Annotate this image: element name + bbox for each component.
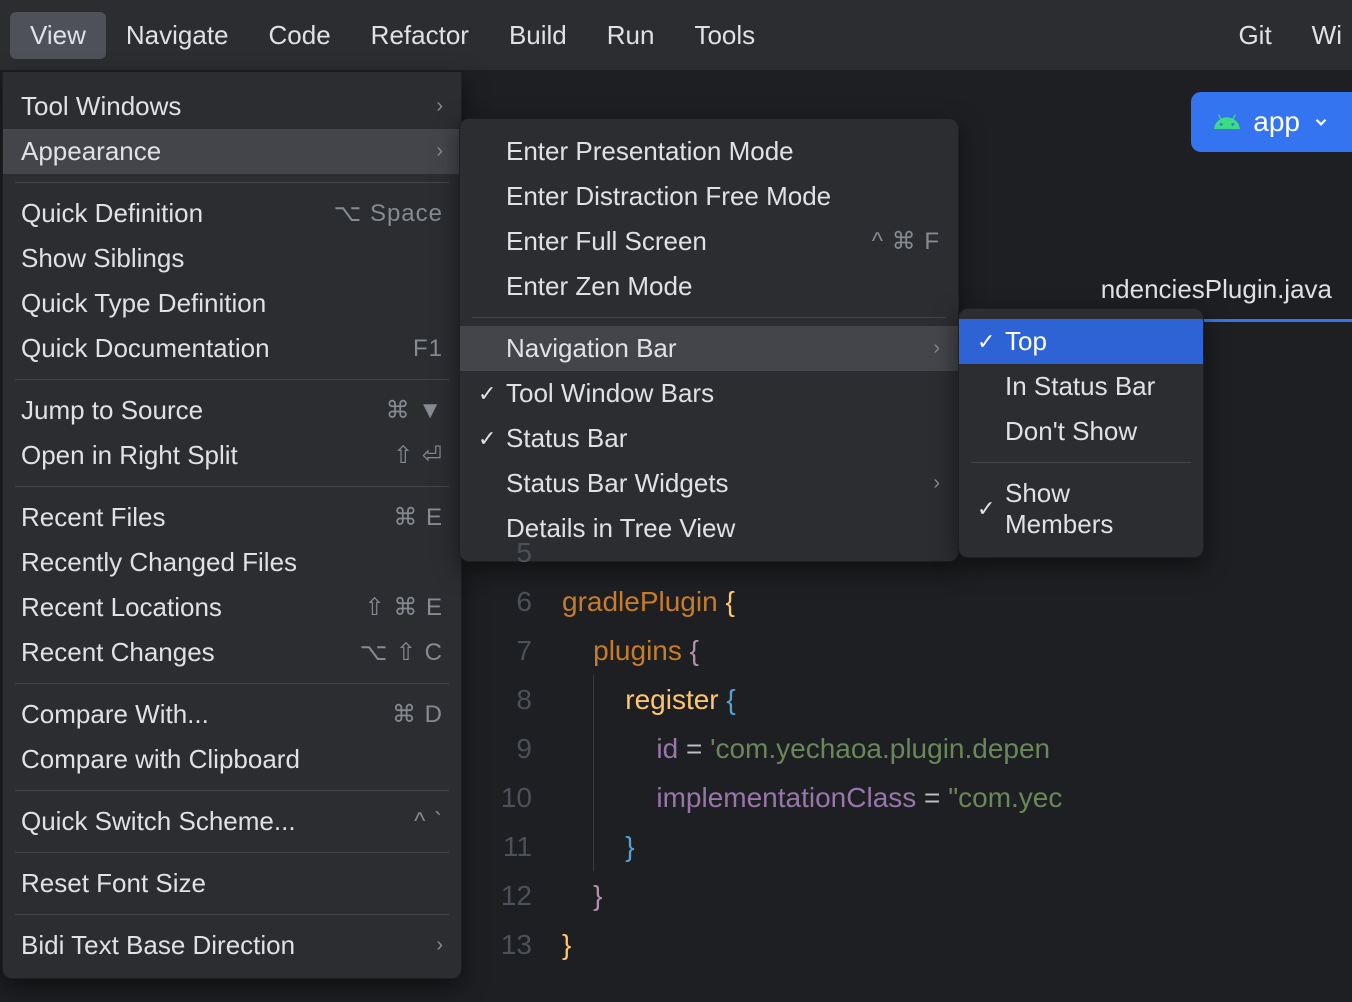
shortcut: ⌘ E: [393, 503, 443, 532]
menu-quick-switch[interactable]: Quick Switch Scheme...^ `: [3, 799, 461, 844]
menu-compare-with[interactable]: Compare With...⌘ D: [3, 692, 461, 737]
chevron-right-icon: ›: [436, 934, 443, 957]
menu-show-siblings[interactable]: Show Siblings: [3, 236, 461, 281]
menu-recent-locations[interactable]: Recent Locations⇧ ⌘ E: [3, 585, 461, 630]
android-icon: [1213, 108, 1241, 136]
menu-separator: [15, 683, 449, 684]
menu-window[interactable]: Wi: [1292, 12, 1342, 59]
line-number: 10: [462, 773, 562, 822]
shortcut: ⌘ ▼: [386, 396, 443, 425]
shortcut: F1: [413, 335, 443, 363]
menu-navbar-statusbar[interactable]: In Status Bar: [959, 364, 1203, 409]
menu-quick-doc[interactable]: Quick DocumentationF1: [3, 326, 461, 371]
menu-reset-font[interactable]: Reset Font Size: [3, 861, 461, 906]
menu-navigate[interactable]: Navigate: [106, 12, 249, 59]
chevron-right-icon: ›: [436, 140, 443, 163]
menu-run[interactable]: Run: [587, 12, 675, 59]
line-number: 7: [462, 626, 562, 675]
menu-separator: [472, 317, 946, 318]
chevron-right-icon: ›: [933, 472, 940, 495]
menu-separator: [15, 182, 449, 183]
menu-navbar-dontshow[interactable]: Don't Show: [959, 409, 1203, 454]
menu-status-bar[interactable]: ✓Status Bar: [460, 416, 958, 461]
shortcut: ⇧ ⌘ E: [365, 593, 443, 622]
shortcut: ^ `: [414, 808, 443, 836]
menu-presentation-mode[interactable]: Enter Presentation Mode: [460, 129, 958, 174]
shortcut: ^ ⌘ F: [872, 227, 940, 256]
menu-jump-to-source[interactable]: Jump to Source⌘ ▼: [3, 388, 461, 433]
menu-full-screen[interactable]: Enter Full Screen^ ⌘ F: [460, 219, 958, 264]
menu-separator: [971, 462, 1191, 463]
menu-view[interactable]: View: [10, 12, 106, 59]
menu-navbar-top[interactable]: ✓Top: [959, 319, 1203, 364]
menu-bidi[interactable]: Bidi Text Base Direction›: [3, 923, 461, 968]
check-icon: ✓: [977, 329, 1005, 355]
line-number: 12: [462, 871, 562, 920]
menu-build[interactable]: Build: [489, 12, 587, 59]
menu-navigation-bar[interactable]: Navigation Bar›: [460, 326, 958, 371]
shortcut: ⌥ ⇧ C: [360, 638, 443, 667]
line-number: 9: [462, 724, 562, 773]
shortcut: ⌥ Space: [334, 199, 443, 228]
shortcut: ⇧ ⏎: [393, 441, 443, 470]
menu-git[interactable]: Git: [1218, 12, 1291, 59]
line-number: 6: [462, 577, 562, 626]
navbar-dropdown: ✓Top In Status Bar Don't Show ✓Show Memb…: [958, 308, 1204, 558]
code-editor[interactable]: 5 6gradlePlugin { 7 plugins { 8 register…: [462, 528, 1352, 969]
run-config-label: app: [1253, 106, 1300, 138]
menu-recent-files[interactable]: Recent Files⌘ E: [3, 495, 461, 540]
shortcut: ⌘ D: [392, 700, 443, 729]
menu-distraction-free[interactable]: Enter Distraction Free Mode: [460, 174, 958, 219]
menu-separator: [15, 790, 449, 791]
menu-separator: [15, 852, 449, 853]
menu-compare-clipboard[interactable]: Compare with Clipboard: [3, 737, 461, 782]
menu-separator: [15, 486, 449, 487]
chevron-right-icon: ›: [436, 95, 443, 118]
menu-tool-window-bars[interactable]: ✓Tool Window Bars: [460, 371, 958, 416]
run-config-selector[interactable]: app: [1191, 92, 1352, 152]
view-dropdown: Tool Windows› Appearance› Quick Definiti…: [2, 72, 462, 979]
menubar: View Navigate Code Refactor Build Run To…: [0, 0, 1352, 70]
check-icon: ✓: [478, 381, 506, 407]
chevron-down-icon: [1312, 113, 1330, 131]
menu-zen-mode[interactable]: Enter Zen Mode: [460, 264, 958, 309]
line-number: 8: [462, 675, 562, 724]
menu-tool-windows[interactable]: Tool Windows›: [3, 84, 461, 129]
menu-open-right-split[interactable]: Open in Right Split⇧ ⏎: [3, 433, 461, 478]
chevron-right-icon: ›: [933, 337, 940, 360]
menu-code[interactable]: Code: [249, 12, 351, 59]
menu-quick-definition[interactable]: Quick Definition⌥ Space: [3, 191, 461, 236]
menu-separator: [15, 379, 449, 380]
line-number: 11: [462, 822, 562, 871]
menu-quick-type-def[interactable]: Quick Type Definition: [3, 281, 461, 326]
menu-tools[interactable]: Tools: [674, 12, 775, 59]
menu-recently-changed[interactable]: Recently Changed Files: [3, 540, 461, 585]
menu-appearance[interactable]: Appearance›: [3, 129, 461, 174]
menu-recent-changes[interactable]: Recent Changes⌥ ⇧ C: [3, 630, 461, 675]
line-number: 5: [462, 528, 562, 577]
check-icon: ✓: [977, 496, 1005, 522]
menu-refactor[interactable]: Refactor: [351, 12, 489, 59]
appearance-dropdown: Enter Presentation Mode Enter Distractio…: [459, 118, 959, 562]
menu-status-bar-widgets[interactable]: Status Bar Widgets›: [460, 461, 958, 506]
menu-separator: [15, 914, 449, 915]
line-number: 13: [462, 920, 562, 969]
check-icon: ✓: [478, 426, 506, 452]
